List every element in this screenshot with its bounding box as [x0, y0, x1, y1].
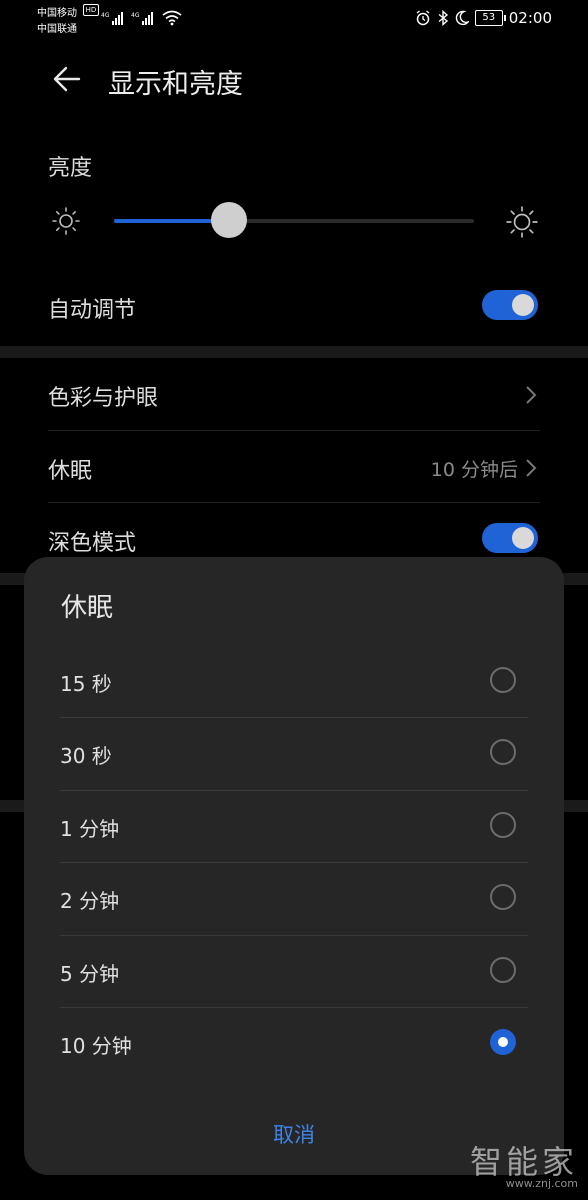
dark-mode-toggle[interactable]	[482, 523, 538, 553]
option-label: 5 分钟	[60, 962, 120, 986]
auto-adjust-label: 自动调节	[48, 298, 137, 323]
option-label: 1 分钟	[60, 817, 120, 841]
auto-adjust-row[interactable]: 自动调节	[48, 270, 540, 342]
option-label: 10 分钟	[60, 1034, 132, 1058]
sleep-option[interactable]: 30 秒	[60, 718, 528, 790]
option-label: 15 秒	[60, 672, 112, 696]
carrier-secondary: 中国联通	[37, 24, 77, 35]
dialog-title: 休眠	[61, 593, 114, 623]
brightness-high-icon	[506, 206, 538, 238]
signal-icon: 4G	[131, 12, 153, 25]
hd-badge: HD	[83, 4, 99, 16]
alarm-icon	[416, 10, 430, 26]
dark-mode-label: 深色模式	[48, 531, 137, 556]
network-label: 4G	[101, 12, 110, 19]
sleep-value: 10 分钟后	[430, 459, 518, 481]
radio-button[interactable]	[490, 884, 516, 910]
wifi-icon	[162, 10, 182, 26]
option-label: 2 分钟	[60, 889, 120, 913]
sleep-row[interactable]: 休眠 10 分钟后	[48, 431, 540, 503]
color-eye-label: 色彩与护眼	[48, 386, 159, 411]
back-arrow-icon[interactable]	[52, 64, 82, 94]
chevron-right-icon	[526, 459, 537, 477]
network-label: 4G	[131, 12, 140, 19]
clock: 02:00	[508, 9, 552, 27]
radio-button-selected[interactable]	[490, 1029, 516, 1055]
sleep-option[interactable]: 1 分钟	[60, 791, 528, 863]
bluetooth-icon	[438, 10, 448, 26]
signal-icon: 4G	[101, 12, 123, 25]
sleep-dialog: 休眠 15 秒 30 秒 1 分钟 2 分钟 5 分钟 10 分钟 取消	[24, 557, 564, 1175]
moon-icon	[455, 10, 469, 26]
chevron-right-icon	[526, 386, 537, 404]
watermark: 智能家 www.znj.com	[470, 1137, 578, 1190]
brightness-slider-thumb[interactable]	[211, 202, 248, 238]
page-title: 显示和亮度	[108, 69, 243, 100]
auto-adjust-toggle[interactable]	[482, 290, 538, 320]
radio-button[interactable]	[490, 739, 516, 765]
header: 显示和亮度	[0, 50, 588, 110]
watermark-url: www.znj.com	[505, 1177, 578, 1190]
color-eye-row[interactable]: 色彩与护眼	[48, 358, 540, 430]
radio-button[interactable]	[490, 957, 516, 983]
radio-button[interactable]	[490, 812, 516, 838]
radio-button[interactable]	[490, 667, 516, 693]
sleep-option[interactable]: 2 分钟	[60, 863, 528, 935]
section-divider	[0, 346, 588, 358]
brightness-label: 亮度	[48, 156, 93, 181]
sleep-option[interactable]: 5 分钟	[60, 936, 528, 1008]
carrier-primary: 中国移动	[37, 8, 77, 19]
sleep-option[interactable]: 15 秒	[60, 646, 528, 718]
status-bar: 中国移动 中国联通 HD 4G 4G 53 02:00	[0, 0, 588, 36]
sleep-option-selected[interactable]: 10 分钟	[60, 1008, 528, 1080]
brightness-low-icon	[52, 207, 80, 235]
sleep-label: 休眠	[48, 459, 93, 484]
battery-icon: 53	[474, 10, 506, 26]
brightness-slider[interactable]	[114, 202, 474, 238]
option-label: 30 秒	[60, 744, 112, 768]
